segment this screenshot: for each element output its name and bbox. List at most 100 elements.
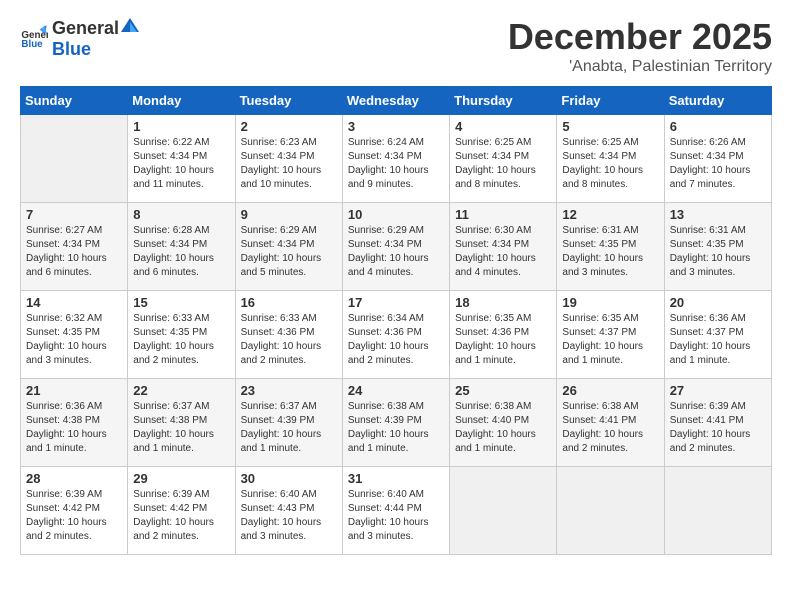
day-info: Sunrise: 6:35 AMSunset: 4:37 PMDaylight:…	[562, 312, 658, 368]
day-cell: 7 Sunrise: 6:27 AMSunset: 4:34 PMDaylight…	[21, 203, 128, 291]
day-number: 9	[241, 207, 337, 222]
header-day-tuesday: Tuesday	[235, 87, 342, 115]
day-cell: 27 Sunrise: 6:39 AMSunset: 4:41 PMDayligh…	[664, 379, 771, 467]
day-info: Sunrise: 6:37 AMSunset: 4:38 PMDaylight:…	[133, 400, 229, 456]
header-day-friday: Friday	[557, 87, 664, 115]
day-info: Sunrise: 6:25 AMSunset: 4:34 PMDaylight:…	[455, 136, 551, 192]
day-cell: 3 Sunrise: 6:24 AMSunset: 4:34 PMDaylight…	[342, 115, 449, 203]
day-info: Sunrise: 6:38 AMSunset: 4:39 PMDaylight:…	[348, 400, 444, 456]
day-number: 27	[670, 383, 766, 398]
day-info: Sunrise: 6:29 AMSunset: 4:34 PMDaylight:…	[348, 224, 444, 280]
day-info: Sunrise: 6:31 AMSunset: 4:35 PMDaylight:…	[670, 224, 766, 280]
logo-icon: General Blue	[20, 24, 48, 52]
header-day-saturday: Saturday	[664, 87, 771, 115]
day-number: 23	[241, 383, 337, 398]
day-info: Sunrise: 6:39 AMSunset: 4:41 PMDaylight:…	[670, 400, 766, 456]
day-info: Sunrise: 6:23 AMSunset: 4:34 PMDaylight:…	[241, 136, 337, 192]
day-cell: 15Sunrise: 6:33 AMSunset: 4:35 PMDayligh…	[128, 291, 235, 379]
day-number: 11	[455, 207, 551, 222]
day-info: Sunrise: 6:33 AMSunset: 4:36 PMDaylight:…	[241, 312, 337, 368]
day-cell	[21, 115, 128, 203]
day-cell: 4 Sunrise: 6:25 AMSunset: 4:34 PMDaylight…	[450, 115, 557, 203]
day-cell: 5Sunrise: 6:25 AMSunset: 4:34 PMDaylight…	[557, 115, 664, 203]
location-title: 'Anabta, Palestinian Territory	[508, 58, 772, 76]
day-cell: 24 Sunrise: 6:38 AMSunset: 4:39 PMDayligh…	[342, 379, 449, 467]
day-number: 17	[348, 295, 444, 310]
day-number: 25	[455, 383, 551, 398]
day-number: 24	[348, 383, 444, 398]
day-number: 2	[241, 119, 337, 134]
day-number: 30	[241, 471, 337, 486]
day-number: 19	[562, 295, 658, 310]
header-day-thursday: Thursday	[450, 87, 557, 115]
day-cell: 19 Sunrise: 6:35 AMSunset: 4:37 PMDayligh…	[557, 291, 664, 379]
day-cell: 31Sunrise: 6:40 AMSunset: 4:44 PMDayligh…	[342, 467, 449, 555]
day-cell	[664, 467, 771, 555]
day-cell: 12 Sunrise: 6:31 AMSunset: 4:35 PMDayligh…	[557, 203, 664, 291]
header-row: SundayMondayTuesdayWednesdayThursdayFrid…	[21, 87, 772, 115]
day-number: 10	[348, 207, 444, 222]
day-number: 26	[562, 383, 658, 398]
day-number: 4	[455, 119, 551, 134]
day-cell: 2 Sunrise: 6:23 AMSunset: 4:34 PMDaylight…	[235, 115, 342, 203]
day-info: Sunrise: 6:38 AMSunset: 4:41 PMDaylight:…	[562, 400, 658, 456]
day-info: Sunrise: 6:28 AMSunset: 4:34 PMDaylight:…	[133, 224, 229, 280]
day-info: Sunrise: 6:40 AMSunset: 4:44 PMDaylight:…	[348, 488, 444, 544]
day-info: Sunrise: 6:24 AMSunset: 4:34 PMDaylight:…	[348, 136, 444, 192]
header-day-sunday: Sunday	[21, 87, 128, 115]
day-cell: 13 Sunrise: 6:31 AMSunset: 4:35 PMDayligh…	[664, 203, 771, 291]
day-number: 14	[26, 295, 122, 310]
day-cell: 14 Sunrise: 6:32 AMSunset: 4:35 PMDayligh…	[21, 291, 128, 379]
month-title: December 2025	[508, 16, 772, 58]
day-number: 12	[562, 207, 658, 222]
logo-general-text: General	[52, 18, 119, 39]
day-cell: 11 Sunrise: 6:30 AMSunset: 4:34 PMDayligh…	[450, 203, 557, 291]
day-cell: 6 Sunrise: 6:26 AMSunset: 4:34 PMDaylight…	[664, 115, 771, 203]
day-info: Sunrise: 6:37 AMSunset: 4:39 PMDaylight:…	[241, 400, 337, 456]
day-number: 21	[26, 383, 122, 398]
day-number: 15	[133, 295, 229, 310]
day-cell	[450, 467, 557, 555]
day-info: Sunrise: 6:22 AMSunset: 4:34 PMDaylight:…	[133, 136, 229, 192]
day-cell: 16 Sunrise: 6:33 AMSunset: 4:36 PMDayligh…	[235, 291, 342, 379]
day-number: 28	[26, 471, 122, 486]
day-number: 7	[26, 207, 122, 222]
day-cell: 23 Sunrise: 6:37 AMSunset: 4:39 PMDayligh…	[235, 379, 342, 467]
day-cell	[557, 467, 664, 555]
day-number: 6	[670, 119, 766, 134]
day-info: Sunrise: 6:36 AMSunset: 4:38 PMDaylight:…	[26, 400, 122, 456]
day-cell: 9 Sunrise: 6:29 AMSunset: 4:34 PMDaylight…	[235, 203, 342, 291]
day-info: Sunrise: 6:34 AMSunset: 4:36 PMDaylight:…	[348, 312, 444, 368]
day-number: 8	[133, 207, 229, 222]
day-number: 13	[670, 207, 766, 222]
day-cell: 18 Sunrise: 6:35 AMSunset: 4:36 PMDayligh…	[450, 291, 557, 379]
day-info: Sunrise: 6:27 AMSunset: 4:34 PMDaylight:…	[26, 224, 122, 280]
day-info: Sunrise: 6:31 AMSunset: 4:35 PMDaylight:…	[562, 224, 658, 280]
day-info: Sunrise: 6:32 AMSunset: 4:35 PMDaylight:…	[26, 312, 122, 368]
day-info: Sunrise: 6:25 AMSunset: 4:34 PMDaylight:…	[562, 136, 658, 192]
day-info: Sunrise: 6:26 AMSunset: 4:34 PMDaylight:…	[670, 136, 766, 192]
day-cell: 10 Sunrise: 6:29 AMSunset: 4:34 PMDayligh…	[342, 203, 449, 291]
day-info: Sunrise: 6:35 AMSunset: 4:36 PMDaylight:…	[455, 312, 551, 368]
day-info: Sunrise: 6:38 AMSunset: 4:40 PMDaylight:…	[455, 400, 551, 456]
day-cell: 25 Sunrise: 6:38 AMSunset: 4:40 PMDayligh…	[450, 379, 557, 467]
day-cell: 21 Sunrise: 6:36 AMSunset: 4:38 PMDayligh…	[21, 379, 128, 467]
day-number: 20	[670, 295, 766, 310]
day-number: 22	[133, 383, 229, 398]
day-cell: 26 Sunrise: 6:38 AMSunset: 4:41 PMDayligh…	[557, 379, 664, 467]
day-info: Sunrise: 6:30 AMSunset: 4:34 PMDaylight:…	[455, 224, 551, 280]
title-area: December 2025 'Anabta, Palestinian Terri…	[508, 16, 772, 76]
day-number: 1	[133, 119, 229, 134]
day-info: Sunrise: 6:40 AMSunset: 4:43 PMDaylight:…	[241, 488, 337, 544]
day-number: 18	[455, 295, 551, 310]
week-row-2: 14 Sunrise: 6:32 AMSunset: 4:35 PMDayligh…	[21, 291, 772, 379]
logo-blue-text: Blue	[52, 39, 91, 59]
day-cell: 8 Sunrise: 6:28 AMSunset: 4:34 PMDaylight…	[128, 203, 235, 291]
week-row-0: 1 Sunrise: 6:22 AMSunset: 4:34 PMDaylight…	[21, 115, 772, 203]
header: General Blue General Blue December 2025 …	[20, 16, 772, 76]
day-number: 16	[241, 295, 337, 310]
week-row-3: 21 Sunrise: 6:36 AMSunset: 4:38 PMDayligh…	[21, 379, 772, 467]
header-day-wednesday: Wednesday	[342, 87, 449, 115]
day-info: Sunrise: 6:29 AMSunset: 4:34 PMDaylight:…	[241, 224, 337, 280]
day-number: 3	[348, 119, 444, 134]
